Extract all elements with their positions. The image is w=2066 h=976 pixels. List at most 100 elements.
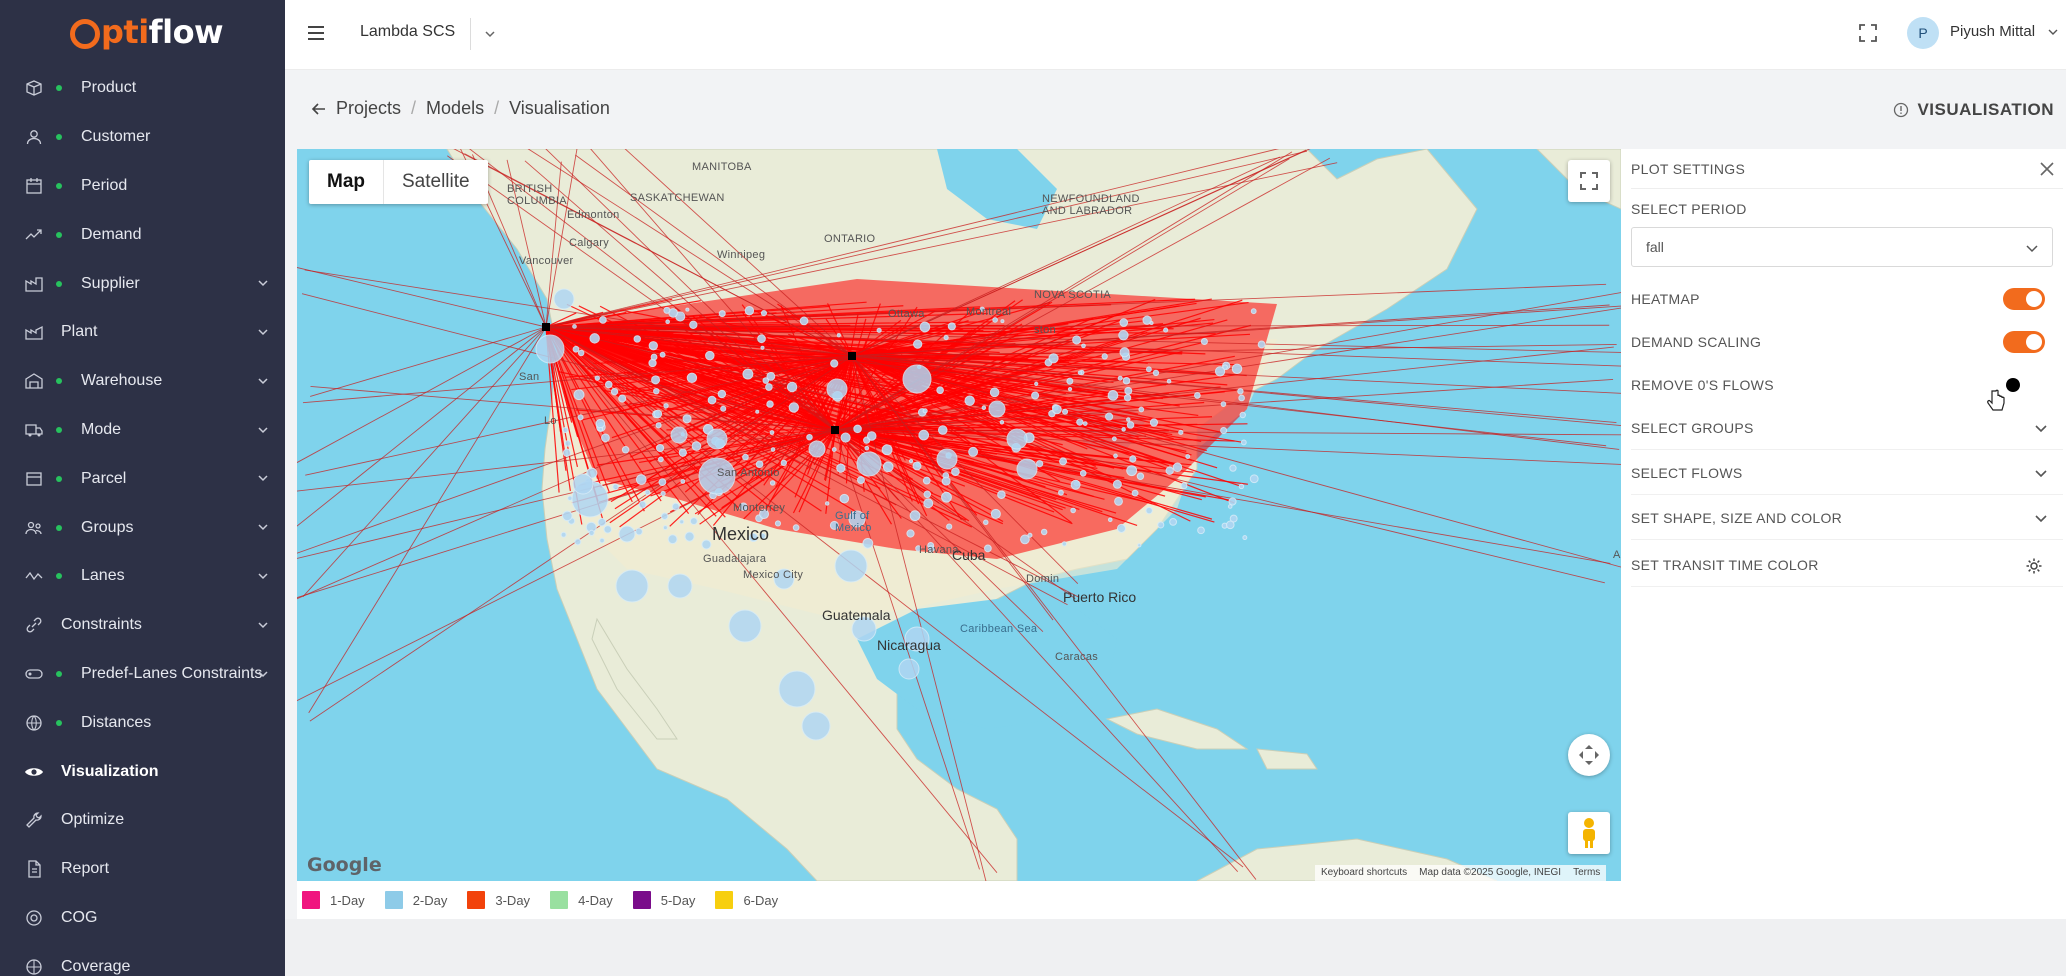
demand-bubble[interactable] (656, 443, 665, 453)
close-icon[interactable] (2037, 159, 2057, 179)
demand-bubble[interactable] (831, 447, 837, 453)
demand-bubble[interactable] (778, 670, 816, 708)
demand-bubble[interactable] (633, 335, 641, 343)
demand-bubble[interactable] (1131, 489, 1139, 497)
demand-bubble[interactable] (553, 288, 575, 310)
demand-bubble[interactable] (1117, 375, 1123, 381)
demand-bubble[interactable] (1229, 464, 1237, 472)
sidebar-item-cog[interactable]: COG (0, 894, 285, 943)
demand-bubble[interactable] (618, 525, 636, 543)
sidebar-item-product[interactable]: Product (0, 64, 285, 113)
map-type-satellite-button[interactable]: Satellite (384, 160, 488, 204)
demand-bubble[interactable] (983, 519, 989, 526)
user-avatar[interactable]: P (1907, 17, 1939, 49)
demand-bubble[interactable] (1250, 308, 1257, 315)
demand-bubble[interactable] (1036, 460, 1044, 468)
demand-bubble[interactable] (577, 349, 585, 357)
demand-bubble[interactable] (918, 429, 930, 441)
demand-bubble[interactable] (655, 422, 662, 429)
sidebar-item-groups[interactable]: Groups (0, 503, 285, 552)
demand-bubble[interactable] (856, 476, 865, 485)
demand-bubble[interactable] (806, 433, 813, 441)
demand-bubble[interactable] (937, 425, 948, 435)
demand-bubble[interactable] (769, 480, 776, 486)
user-chevron-down-icon[interactable] (2047, 26, 2059, 38)
demand-bubble[interactable] (748, 532, 759, 543)
demand-bubble[interactable] (1152, 369, 1160, 377)
demand-bubble[interactable] (573, 389, 585, 401)
sidebar-item-parcel[interactable]: Parcel (0, 454, 285, 503)
demand-bubble[interactable] (943, 334, 949, 341)
demand-bubble[interactable] (1121, 427, 1126, 432)
demand-bubble[interactable] (760, 310, 768, 317)
demand-bubble[interactable] (679, 519, 685, 525)
map-view[interactable]: MANITOBA BRITISH COLUMBIA Edmonton SASKA… (297, 149, 1621, 881)
demand-bubble[interactable] (739, 502, 748, 512)
transit-time-color-row[interactable]: SET TRANSIT TIME COLOR (1631, 543, 2063, 587)
demand-bubble[interactable] (824, 501, 830, 506)
demand-bubble[interactable] (644, 489, 651, 496)
demand-bubble[interactable] (670, 426, 688, 444)
demand-bubble[interactable] (851, 616, 877, 642)
demand-bubble[interactable] (742, 368, 754, 380)
demand-bubble[interactable] (1107, 517, 1113, 523)
demand-bubble[interactable] (999, 420, 1005, 425)
demand-bubble[interactable] (562, 426, 569, 434)
demand-bubble[interactable] (667, 534, 678, 545)
fullscreen-icon[interactable] (1857, 22, 1879, 44)
demand-bubble[interactable] (706, 428, 728, 450)
demand-bubble[interactable] (951, 467, 960, 477)
demand-bubble[interactable] (1226, 520, 1235, 530)
demand-bubble[interactable] (572, 324, 577, 329)
demand-bubble[interactable] (651, 375, 661, 385)
demand-bubble[interactable] (1031, 391, 1040, 400)
demand-bubble[interactable] (1145, 506, 1153, 515)
demand-bubble[interactable] (535, 334, 565, 364)
demand-bubble[interactable] (766, 371, 776, 381)
user-name[interactable]: Piyush Mittal (1950, 23, 2035, 40)
demand-bubble[interactable] (678, 448, 687, 457)
demand-bubble[interactable] (603, 525, 612, 534)
demand-bubble[interactable] (1180, 482, 1188, 490)
demand-bubble[interactable] (766, 400, 774, 408)
demand-bubble[interactable] (1257, 340, 1266, 349)
sidebar-item-coverage[interactable]: Coverage (0, 942, 285, 976)
demand-bubble[interactable] (1169, 517, 1177, 526)
demand-bubble[interactable] (1239, 411, 1246, 419)
demand-bubble[interactable] (612, 483, 619, 491)
remove-zero-flows-toggle[interactable] (2003, 375, 2045, 397)
demand-bubble[interactable] (728, 609, 762, 643)
demand-bubble[interactable] (599, 537, 605, 544)
demand-bubble[interactable] (1238, 394, 1245, 402)
demand-bubble[interactable] (997, 490, 1006, 499)
facility-marker[interactable] (831, 426, 839, 434)
demand-bubble[interactable] (1052, 404, 1062, 415)
sidebar-item-report[interactable]: Report (0, 845, 285, 894)
demand-bubble[interactable] (864, 445, 870, 451)
demand-bubble[interactable] (1067, 386, 1073, 392)
demand-bubble[interactable] (1194, 392, 1201, 399)
demand-bubble[interactable] (981, 405, 987, 410)
sidebar-item-lanes[interactable]: Lanes (0, 552, 285, 601)
sidebar-item-warehouse[interactable]: Warehouse (0, 357, 285, 406)
demand-bubble[interactable] (1138, 406, 1145, 413)
demand-bubble[interactable] (757, 334, 766, 344)
sidebar-item-plant[interactable]: Plant (0, 308, 285, 357)
demand-bubble[interactable] (638, 500, 647, 509)
demand-bubble[interactable] (853, 424, 862, 434)
sidebar-item-visualization[interactable]: Visualization (0, 747, 285, 796)
demand-bubble[interactable] (898, 658, 920, 680)
map-canvas[interactable] (297, 149, 1621, 881)
demand-bubble[interactable] (594, 375, 600, 381)
demand-bubble[interactable] (836, 333, 841, 338)
demand-bubble[interactable] (984, 544, 992, 553)
demand-bubble[interactable] (801, 711, 831, 741)
hamburger-menu-icon[interactable] (305, 23, 329, 43)
demand-bubble[interactable] (1242, 535, 1248, 541)
demand-bubble[interactable] (717, 389, 727, 399)
demand-bubble[interactable] (684, 531, 695, 542)
demand-bubble[interactable] (912, 461, 922, 471)
demand-bubble[interactable] (659, 351, 666, 358)
demand-bubble[interactable] (667, 573, 693, 599)
demand-bubble[interactable] (904, 626, 930, 652)
